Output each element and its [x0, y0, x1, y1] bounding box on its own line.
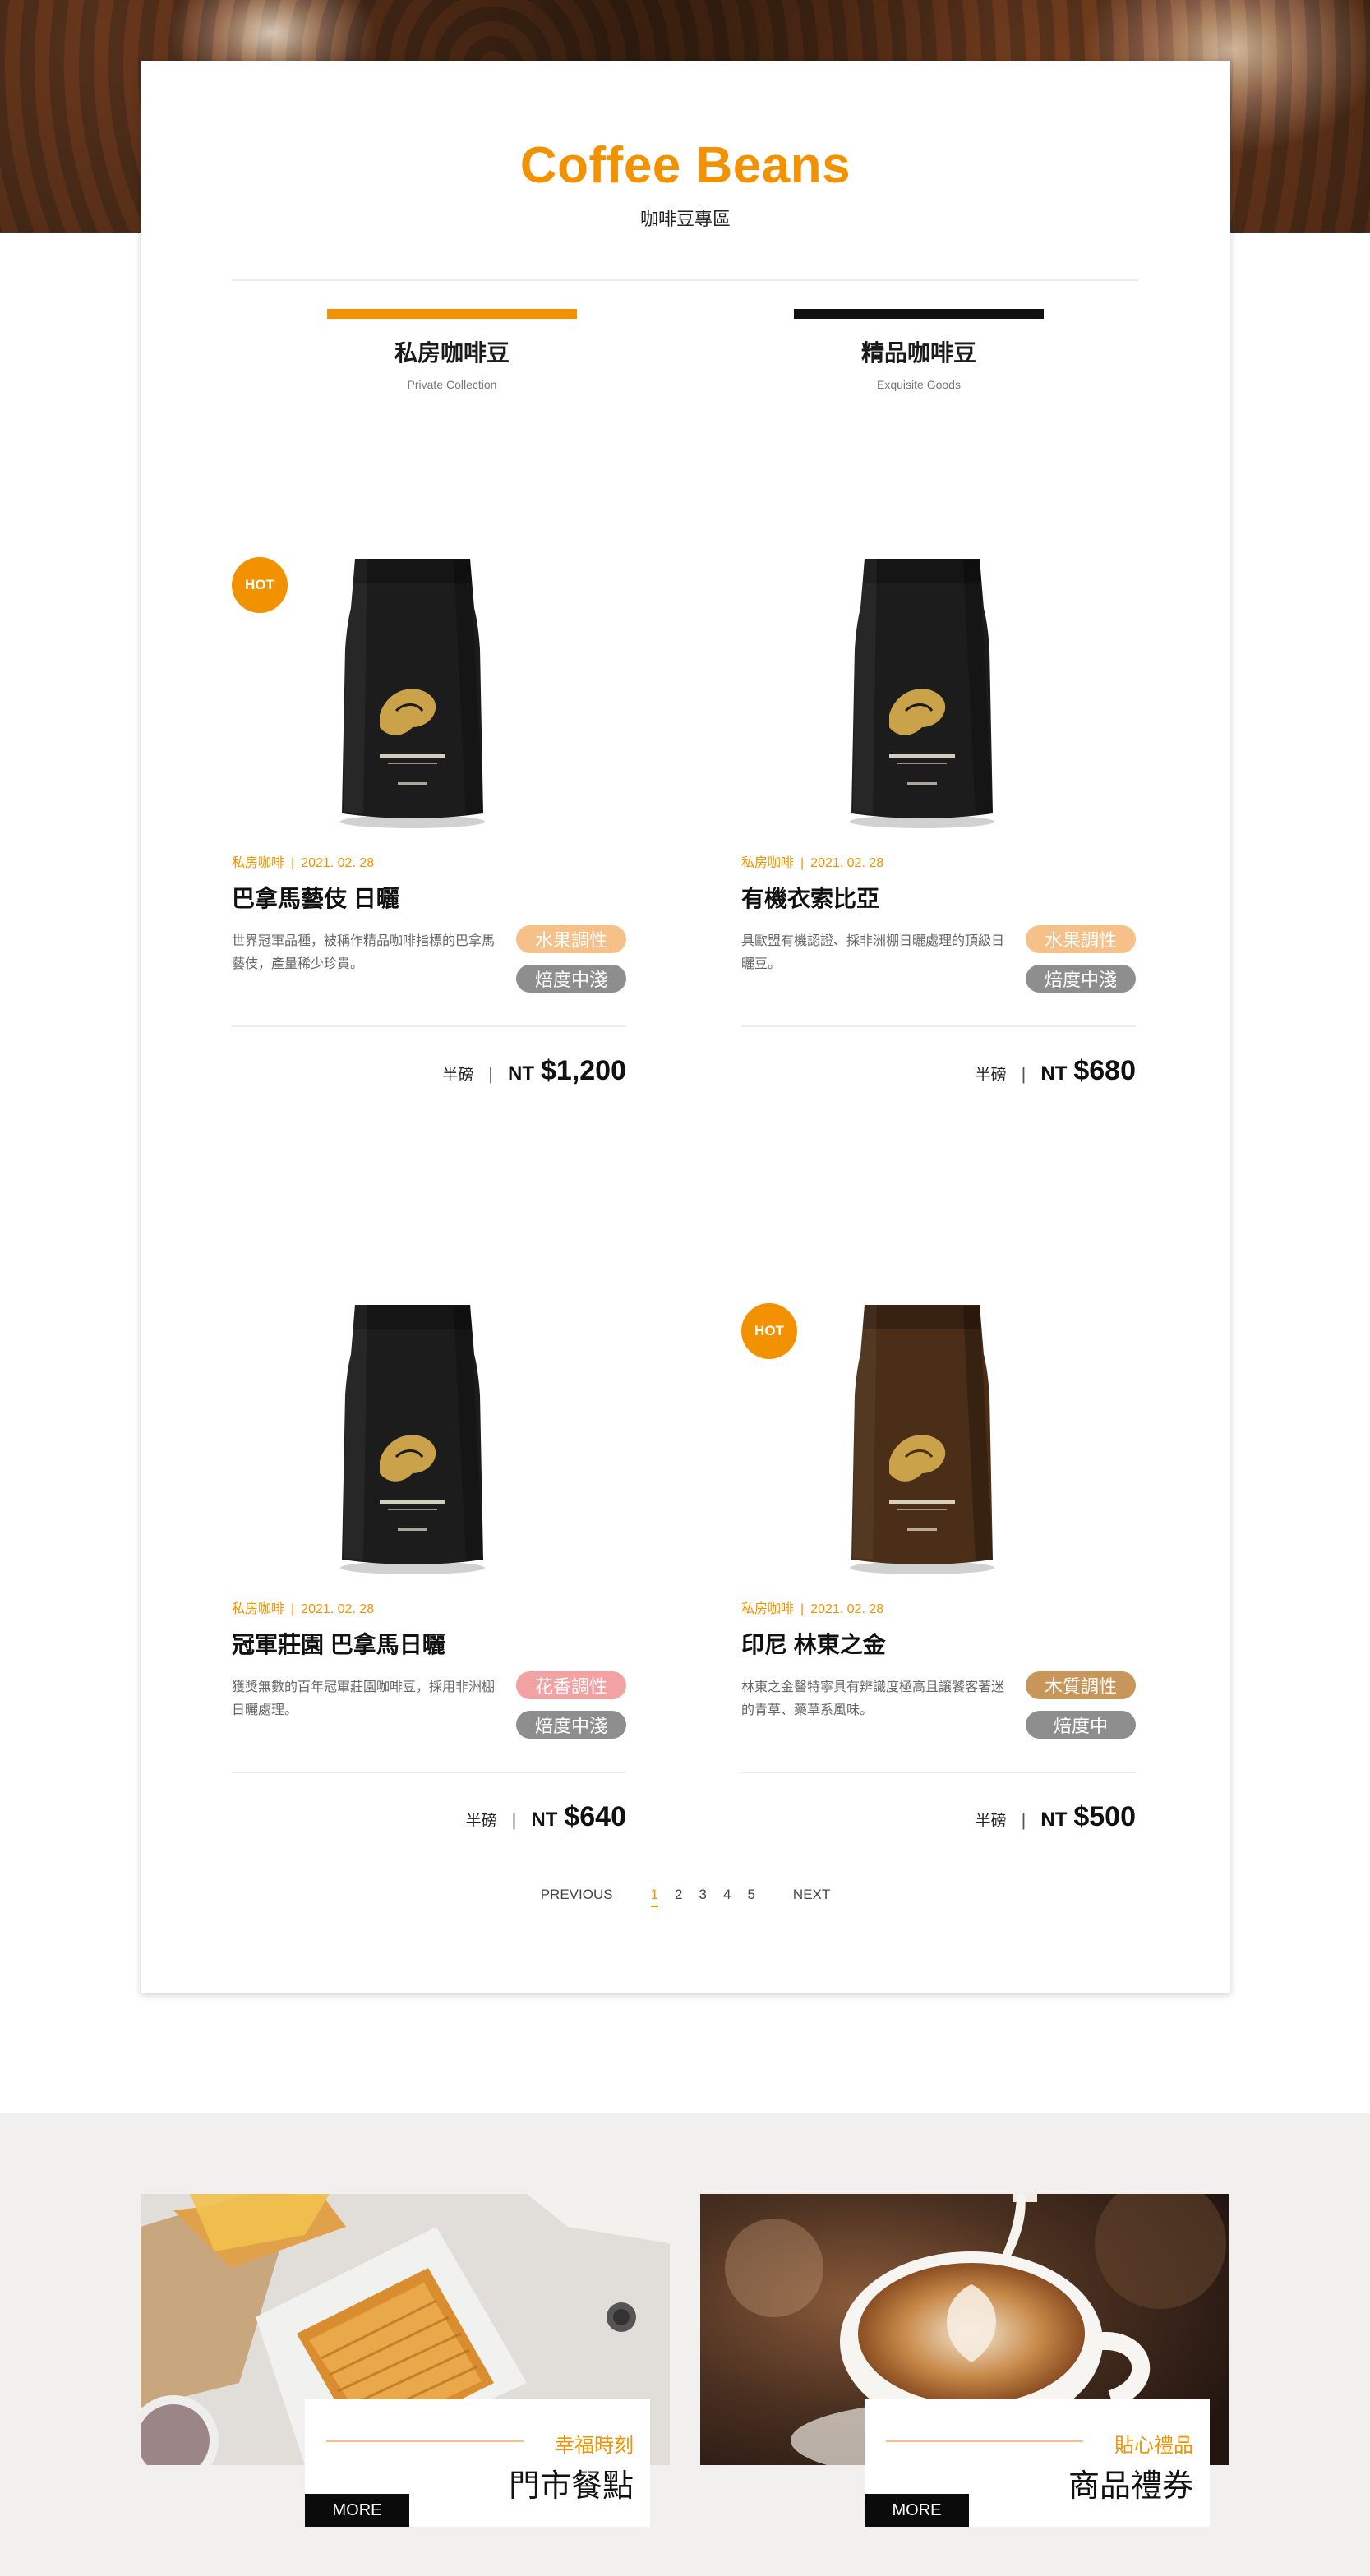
- pagination-previous[interactable]: PREVIOUS: [541, 1887, 613, 1903]
- promo-kicker: 貼心禮品: [1114, 2435, 1193, 2457]
- tab-active-indicator: [327, 309, 577, 319]
- price-currency: NT: [1040, 1062, 1068, 1085]
- product-divider: [741, 1772, 1136, 1773]
- tab-title: 私房咖啡豆: [394, 340, 510, 366]
- price-line: 半磅 | NT $500: [975, 1801, 1136, 1832]
- product-description: 世界冠軍品種，被稱作精品咖啡指標的巴拿馬藝伎，產量稀少珍貴。: [232, 934, 496, 971]
- price-unit: 半磅: [442, 1067, 474, 1084]
- price-unit: 半磅: [975, 1067, 1007, 1084]
- product-meta: 私房咖啡 | 2021. 02. 28: [741, 856, 884, 870]
- product-date: 2021. 02. 28: [301, 856, 375, 870]
- product-name[interactable]: 印尼 林東之金: [741, 1627, 886, 1660]
- coffee-beans-section: Coffee Beans 咖啡豆專區 私房咖啡豆 Private Collect…: [141, 61, 1230, 1993]
- title-divider: [233, 279, 1138, 281]
- pagination-page-2[interactable]: 2: [675, 1887, 682, 1903]
- product-divider: [232, 1772, 626, 1773]
- promo-kicker: 幸福時刻: [555, 2435, 634, 2457]
- more-button[interactable]: MORE: [865, 2494, 969, 2527]
- product-meta: 私房咖啡 | 2021. 02. 28: [232, 856, 375, 870]
- coffee-bag-image[interactable]: [840, 551, 1004, 830]
- pagination: PREVIOUS 1 2 3 4 5 NEXT: [141, 1887, 1230, 1907]
- product-name[interactable]: 有機衣索比亞: [741, 881, 879, 914]
- product-card[interactable]: 私房咖啡 | 2021. 02. 28 冠軍莊園 巴拿馬日曬 獲獎無數的百年冠軍莊園…: [232, 1234, 626, 1832]
- promo-heading: 商品禮券: [1068, 2469, 1193, 2504]
- pagination-next[interactable]: NEXT: [793, 1887, 830, 1903]
- roast-tag: 焙度中淺: [516, 1711, 626, 1739]
- product-meta: 私房咖啡 | 2021. 02. 28: [741, 1602, 884, 1616]
- page-title: Coffee Beans: [519, 137, 851, 194]
- tab-indicator: [794, 309, 1044, 319]
- flavor-tag: 水果調性: [1026, 925, 1136, 953]
- product-date: 2021. 02. 28: [810, 1602, 884, 1616]
- promo-accent-line: [886, 2440, 1083, 2442]
- product-description: 具歐盟有機認證、採非洲棚日曬處理的頂級日曬豆。: [741, 934, 1005, 971]
- promo-heading: 門市餐點: [508, 2469, 634, 2504]
- product-category: 私房咖啡: [232, 1602, 285, 1616]
- price-line: 半磅 | NT $680: [975, 1055, 1136, 1086]
- coffee-bag-image[interactable]: [330, 551, 495, 830]
- price-currency: NT: [531, 1809, 558, 1831]
- promo-store-meals[interactable]: 幸福時刻 門市餐點 MORE: [141, 2194, 670, 2527]
- price-amount: $680: [1073, 1055, 1136, 1086]
- pagination-page-3[interactable]: 3: [699, 1887, 707, 1903]
- page-subtitle: 咖啡豆專區: [639, 209, 731, 229]
- coffee-bag-image[interactable]: [330, 1297, 495, 1576]
- price-line: 半磅 | NT $1,200: [442, 1055, 626, 1086]
- price-amount: $640: [564, 1801, 626, 1832]
- tab-title: 精品咖啡豆: [860, 340, 976, 366]
- price-unit: 半磅: [465, 1813, 497, 1830]
- price-currency: NT: [1040, 1809, 1068, 1831]
- product-category: 私房咖啡: [741, 856, 795, 870]
- pagination-page-1[interactable]: 1: [650, 1887, 659, 1907]
- tab-subtitle: Private Collection: [407, 378, 497, 391]
- product-divider: [232, 1025, 626, 1027]
- product-meta: 私房咖啡 | 2021. 02. 28: [232, 1602, 375, 1616]
- flavor-tag: 水果調性: [516, 925, 626, 953]
- roast-tag: 焙度中淺: [1026, 965, 1136, 993]
- hot-badge: HOT: [741, 1303, 797, 1359]
- product-card[interactable]: 私房咖啡 | 2021. 02. 28 有機衣索比亞 具歐盟有機認證、採非洲棚日曬處…: [741, 488, 1136, 1086]
- price-currency: NT: [508, 1062, 534, 1085]
- product-date: 2021. 02. 28: [301, 1602, 375, 1616]
- pagination-page-4[interactable]: 4: [723, 1887, 731, 1903]
- promo-gift-vouchers[interactable]: 貼心禮品 商品禮券 MORE: [700, 2194, 1229, 2527]
- price-amount: $1,200: [541, 1055, 626, 1086]
- tab-private-collection[interactable]: 私房咖啡豆 Private Collection: [327, 309, 577, 391]
- more-button[interactable]: MORE: [305, 2494, 409, 2527]
- product-date: 2021. 02. 28: [810, 856, 884, 870]
- price-unit: 半磅: [975, 1813, 1007, 1830]
- roast-tag: 焙度中淺: [516, 965, 626, 993]
- flavor-tag: 花香調性: [516, 1671, 626, 1699]
- tab-exquisite-goods[interactable]: 精品咖啡豆 Exquisite Goods: [794, 309, 1044, 391]
- product-description: 獲獎無數的百年冠軍莊園咖啡豆，採用非洲棚日曬處理。: [232, 1680, 496, 1717]
- price-line: 半磅 | NT $640: [465, 1801, 626, 1832]
- price-amount: $500: [1073, 1801, 1136, 1832]
- coffee-bag-image[interactable]: [840, 1297, 1004, 1576]
- product-category: 私房咖啡: [741, 1602, 795, 1616]
- product-name[interactable]: 冠軍莊園 巴拿馬日曬: [232, 1627, 445, 1660]
- hot-badge: HOT: [232, 557, 288, 613]
- tab-subtitle: Exquisite Goods: [877, 378, 961, 391]
- roast-tag: 焙度中: [1026, 1711, 1136, 1739]
- promo-accent-line: [326, 2440, 524, 2442]
- pagination-page-5[interactable]: 5: [747, 1887, 754, 1903]
- flavor-tag: 木質調性: [1026, 1671, 1136, 1699]
- product-description: 林東之金醫特寧具有辨識度極高且讓饕客著迷的青草、藥草系風味。: [741, 1680, 1005, 1717]
- product-name[interactable]: 巴拿馬藝伎 日曬: [232, 881, 399, 914]
- product-category: 私房咖啡: [232, 856, 285, 870]
- product-divider: [741, 1025, 1136, 1027]
- product-card[interactable]: HOT 私房咖啡 | 2021. 02. 28 印尼 林東之金 林東之金醫特寧具有辨…: [741, 1234, 1136, 1832]
- product-card[interactable]: HOT 私房咖啡 | 2021. 02. 28 巴拿馬藝伎 日曬 世界冠軍品種，被稱…: [232, 488, 626, 1086]
